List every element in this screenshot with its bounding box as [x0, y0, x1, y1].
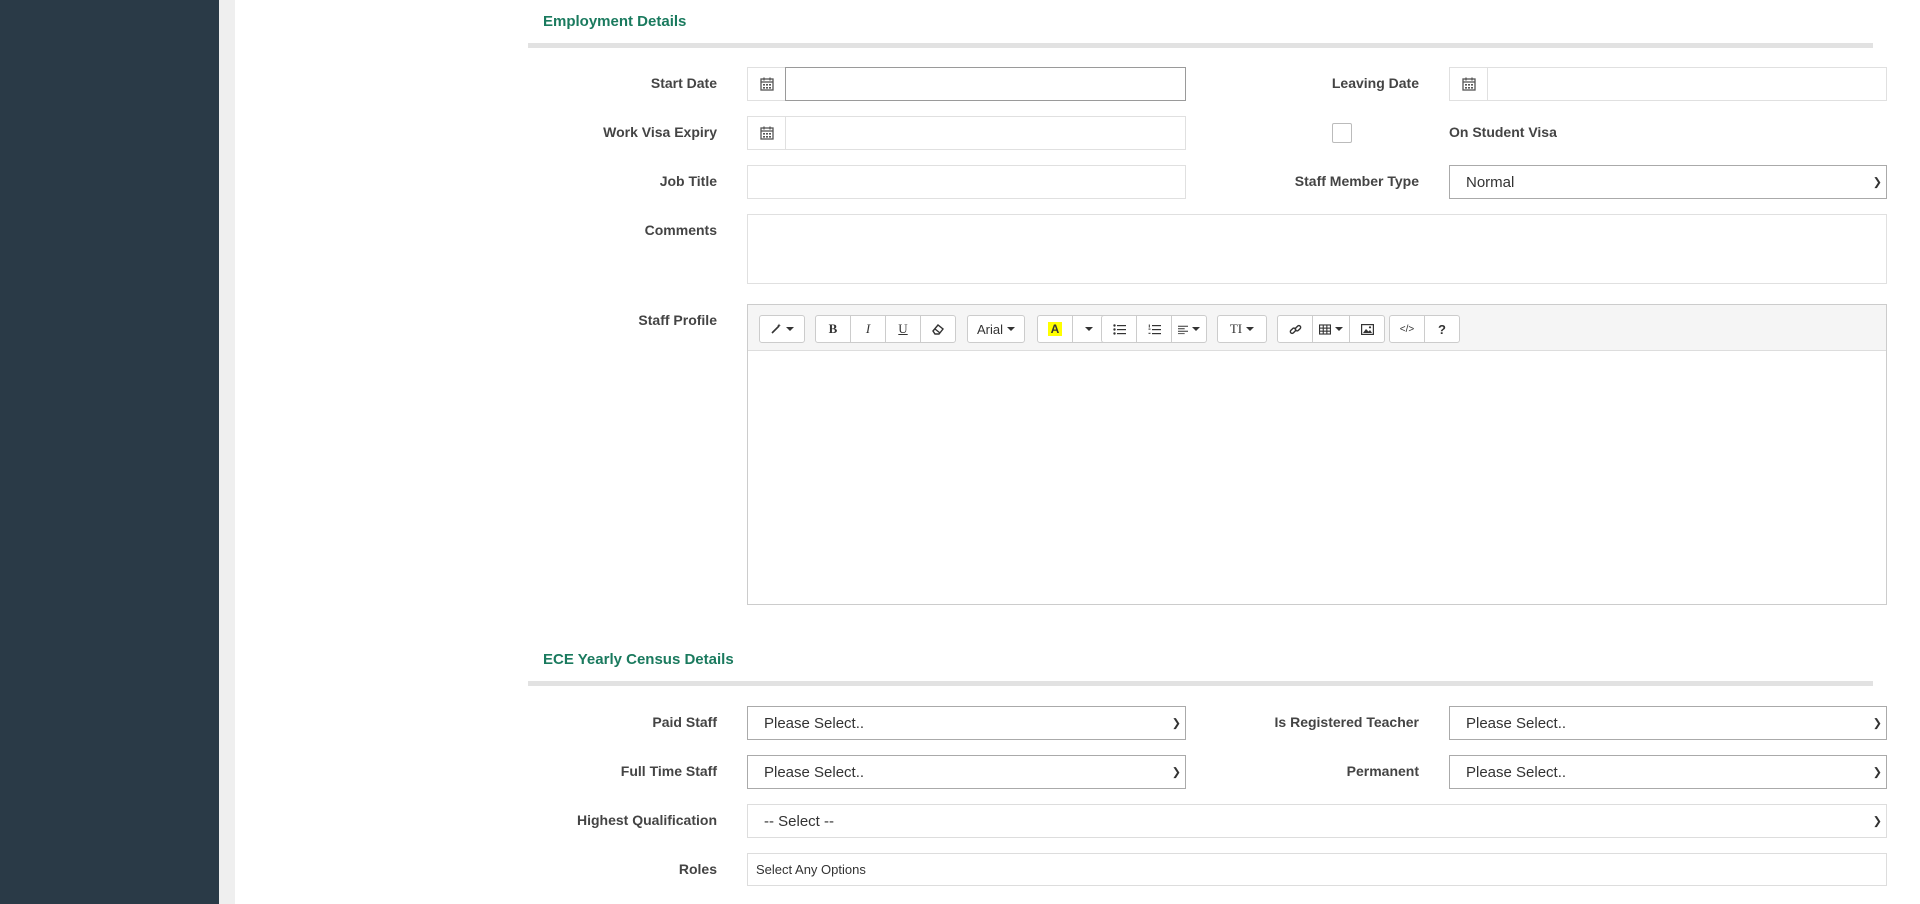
- job-title-input[interactable]: [747, 165, 1186, 199]
- font-size-dropdown[interactable]: TI: [1217, 315, 1267, 343]
- permanent-label: Permanent: [1346, 763, 1419, 779]
- calendar-icon: [760, 126, 774, 140]
- registered-teacher-value: Please Select..: [1466, 714, 1567, 732]
- chevron-down-icon: ❯: [1171, 717, 1181, 730]
- text-color-button[interactable]: A: [1037, 315, 1073, 343]
- link-button[interactable]: [1277, 315, 1313, 343]
- start-date-label: Start Date: [650, 75, 717, 91]
- image-button[interactable]: [1349, 315, 1385, 343]
- roles-multiselect[interactable]: Select Any Options: [747, 853, 1887, 886]
- sidebar-gutter: [219, 0, 235, 904]
- font-size-group: TI: [1217, 315, 1267, 343]
- work-visa-expiry-label: Work Visa Expiry: [603, 124, 717, 140]
- comments-label: Comments: [644, 222, 717, 238]
- calendar-icon: [760, 77, 774, 91]
- table-dropdown[interactable]: [1312, 315, 1350, 343]
- link-icon: [1289, 324, 1301, 334]
- chevron-down-icon: ❯: [1872, 815, 1882, 828]
- highest-qualification-value: -- Select --: [764, 812, 835, 830]
- chevron-down-icon: ❯: [1872, 176, 1882, 189]
- bullet-list-icon: [1112, 323, 1126, 335]
- staff-profile-label: Staff Profile: [638, 312, 717, 328]
- font-name-dropdown[interactable]: Arial: [967, 315, 1025, 343]
- full-time-staff-label: Full Time Staff: [620, 763, 717, 779]
- main-content: Employment Details Start Date Leaving Da…: [235, 0, 1920, 904]
- registered-teacher-select[interactable]: Please Select.. ❯: [1449, 706, 1887, 740]
- paid-staff-select[interactable]: Please Select.. ❯: [747, 706, 1186, 740]
- font-name-group: Arial: [967, 315, 1025, 343]
- chevron-down-icon: ❯: [1171, 766, 1181, 779]
- color-group: A: [1037, 315, 1106, 343]
- code-view-button[interactable]: </>: [1389, 315, 1425, 343]
- staff-member-type-select[interactable]: Normal ❯: [1449, 165, 1887, 199]
- staff-profile-editor: B I U Arial A TI </> ?: [747, 304, 1887, 605]
- comments-textarea[interactable]: [747, 214, 1887, 284]
- align-dropdown[interactable]: [1171, 315, 1207, 343]
- staff-member-type-label: Staff Member Type: [1294, 173, 1419, 189]
- roles-placeholder: Select Any Options: [756, 862, 866, 877]
- full-time-staff-value: Please Select..: [764, 763, 865, 781]
- misc-group: </> ?: [1389, 315, 1460, 343]
- help-button[interactable]: ?: [1424, 315, 1460, 343]
- chevron-down-icon: ❯: [1872, 766, 1882, 779]
- start-date-input[interactable]: [785, 67, 1186, 101]
- registered-teacher-label: Is Registered Teacher: [1274, 714, 1419, 730]
- highlight-a-icon: A: [1047, 322, 1063, 336]
- paid-staff-label: Paid Staff: [652, 714, 717, 730]
- insert-group: [1277, 315, 1385, 343]
- student-visa-label: On Student Visa: [1449, 124, 1557, 140]
- job-title-label: Job Title: [659, 173, 717, 189]
- paragraph-group: [1101, 315, 1207, 343]
- highest-qualification-label: Highest Qualification: [576, 812, 717, 828]
- leaving-date-input[interactable]: [1487, 67, 1887, 101]
- roles-label: Roles: [678, 861, 717, 877]
- clear-format-button[interactable]: [920, 315, 956, 343]
- text-height-icon: TI: [1229, 321, 1243, 336]
- leaving-date-label: Leaving Date: [1331, 75, 1419, 91]
- work-visa-calendar-button[interactable]: [747, 116, 787, 150]
- work-visa-expiry-input[interactable]: [785, 116, 1186, 150]
- paid-staff-value: Please Select..: [764, 714, 865, 732]
- employment-section-title: Employment Details: [543, 13, 687, 30]
- start-date-calendar-button[interactable]: [747, 67, 787, 101]
- underline-button[interactable]: U: [885, 315, 921, 343]
- student-visa-checkbox[interactable]: [1332, 123, 1352, 143]
- style-group: [759, 315, 805, 343]
- table-icon: [1319, 323, 1331, 335]
- editor-toolbar: B I U Arial A TI </> ?: [748, 305, 1886, 351]
- section-divider: [528, 43, 1873, 48]
- unordered-list-button[interactable]: [1101, 315, 1137, 343]
- bold-button[interactable]: B: [815, 315, 851, 343]
- full-time-staff-select[interactable]: Please Select.. ❯: [747, 755, 1186, 789]
- eraser-icon: [932, 324, 944, 335]
- permanent-value: Please Select..: [1466, 763, 1567, 781]
- magic-wand-icon: [771, 323, 781, 334]
- permanent-select[interactable]: Please Select.. ❯: [1449, 755, 1887, 789]
- sidebar: [0, 0, 219, 904]
- section-divider: [528, 681, 1873, 686]
- census-section-title: ECE Yearly Census Details: [543, 651, 734, 668]
- chevron-down-icon: ❯: [1872, 717, 1882, 730]
- italic-button[interactable]: I: [850, 315, 886, 343]
- font-name-value: Arial: [976, 321, 1003, 337]
- staff-member-type-value: Normal: [1466, 173, 1515, 191]
- leaving-date-calendar-button[interactable]: [1449, 67, 1489, 101]
- font-style-group: B I U: [815, 315, 956, 343]
- numbered-list-icon: [1148, 324, 1161, 334]
- highest-qualification-select[interactable]: -- Select -- ❯: [747, 804, 1887, 838]
- calendar-icon: [1462, 77, 1476, 91]
- align-left-icon: [1178, 325, 1188, 334]
- style-button[interactable]: [759, 315, 805, 343]
- image-icon: [1360, 323, 1374, 335]
- ordered-list-button[interactable]: [1136, 315, 1172, 343]
